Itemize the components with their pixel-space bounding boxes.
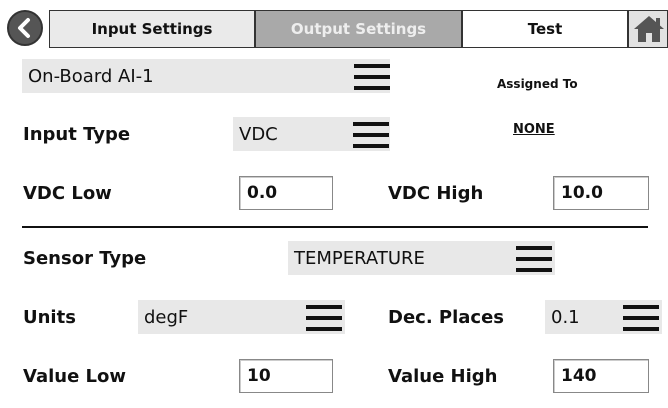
channel-select[interactable]: On-Board AI-1 <box>22 59 390 93</box>
vdc-low-label: VDC Low <box>23 183 112 204</box>
vdc-high-input[interactable]: 10.0 <box>553 176 649 210</box>
back-button[interactable] <box>7 10 43 46</box>
sensor-type-label: Sensor Type <box>23 248 147 269</box>
section-divider <box>22 226 648 228</box>
dec-places-label: Dec. Places <box>388 307 505 328</box>
input-type-label: Input Type <box>23 124 131 145</box>
chevron-left-icon <box>18 18 30 38</box>
tab-input-settings[interactable]: Input Settings <box>49 10 255 48</box>
input-type-select[interactable]: VDC <box>233 117 390 151</box>
value-low-label: Value Low <box>23 366 127 387</box>
vdc-low-input[interactable]: 0.0 <box>239 176 333 210</box>
hamburger-menu-icon <box>353 122 389 148</box>
assigned-to-value-link[interactable]: NONE <box>513 122 555 137</box>
sensor-type-value: TEMPERATURE <box>294 247 425 269</box>
value-low-input[interactable]: 10 <box>239 359 333 393</box>
assigned-to-label: Assigned To <box>497 77 578 91</box>
hamburger-menu-icon <box>516 246 552 272</box>
hamburger-menu-icon <box>354 64 390 90</box>
tab-bar: Input Settings Output Settings Test <box>0 0 668 48</box>
units-label: Units <box>23 307 76 328</box>
tab-test[interactable]: Test <box>462 10 628 48</box>
value-high-label: Value High <box>388 366 498 387</box>
home-button[interactable] <box>628 10 668 48</box>
dec-places-select[interactable]: 0.1 <box>545 300 662 334</box>
vdc-high-label: VDC High <box>388 183 484 204</box>
value-high-input[interactable]: 140 <box>553 359 649 393</box>
channel-select-value: On-Board AI-1 <box>28 65 154 87</box>
units-select[interactable]: degF <box>138 300 345 334</box>
home-icon <box>634 16 664 42</box>
sensor-type-select[interactable]: TEMPERATURE <box>288 241 555 275</box>
tab-output-settings[interactable]: Output Settings <box>255 10 462 48</box>
hamburger-menu-icon <box>623 305 659 331</box>
hamburger-menu-icon <box>306 305 342 331</box>
